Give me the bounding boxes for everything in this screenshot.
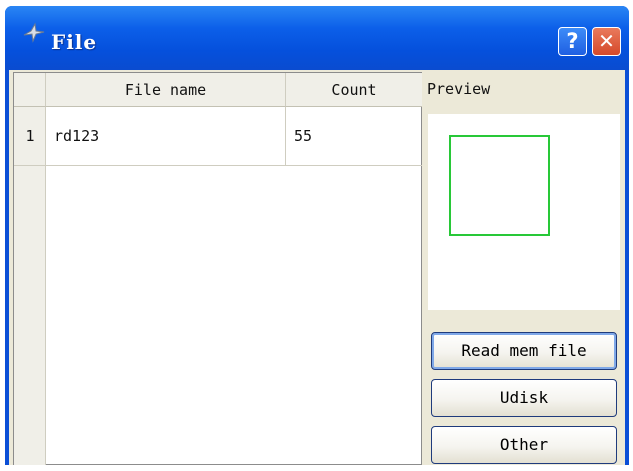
help-icon: ?: [566, 29, 579, 53]
title-bar[interactable]: File ? ✕: [5, 6, 629, 70]
row-number[interactable]: 1: [14, 107, 46, 166]
table-corner[interactable]: [14, 73, 46, 107]
column-header-file-name[interactable]: File name: [46, 73, 286, 107]
read-mem-file-button[interactable]: Read mem file: [431, 332, 617, 370]
preview-shape: [449, 135, 550, 236]
preview-label: Preview: [427, 80, 491, 98]
row-header-column: 1: [14, 107, 46, 465]
file-dialog: File ? ✕ File name Count 1 rd123 55 Prev…: [5, 6, 629, 465]
column-header-count[interactable]: Count: [286, 73, 422, 107]
app-icon: [23, 22, 45, 43]
window-title: File: [51, 30, 98, 54]
close-icon: ✕: [598, 29, 615, 53]
dialog-body: File name Count 1 rd123 55 Preview Read …: [9, 70, 625, 465]
preview-area: [428, 114, 620, 310]
other-button[interactable]: Other: [431, 426, 617, 464]
cell-file-name[interactable]: rd123: [46, 107, 286, 165]
file-table[interactable]: File name Count 1 rd123 55: [13, 72, 422, 465]
udisk-button[interactable]: Udisk: [431, 379, 617, 417]
cell-count[interactable]: 55: [286, 107, 422, 165]
help-button[interactable]: ?: [558, 27, 587, 56]
close-button[interactable]: ✕: [592, 27, 621, 56]
table-row[interactable]: rd123 55: [46, 107, 422, 166]
